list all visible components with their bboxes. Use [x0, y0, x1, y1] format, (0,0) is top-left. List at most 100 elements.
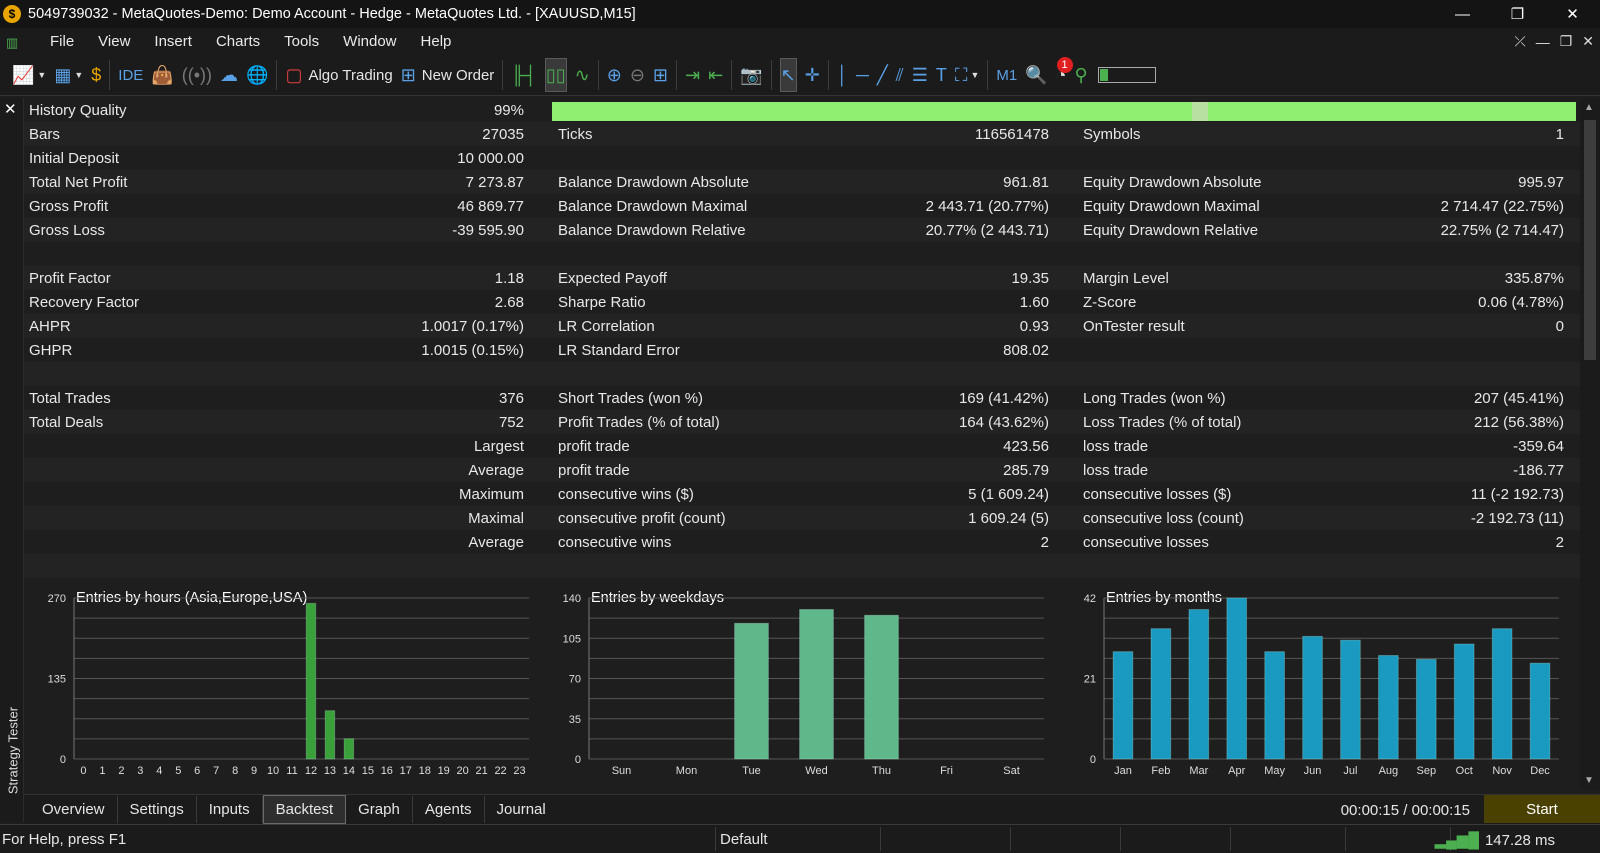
report-row: Initial Deposit 10 000.00: [24, 146, 1580, 170]
report-cell-c1: Total Deals: [29, 413, 104, 431]
menu-window[interactable]: Window: [331, 33, 408, 50]
scroll-thumb[interactable]: [1584, 120, 1596, 360]
x-tick-label: 2: [118, 765, 124, 777]
tab-graph[interactable]: Graph: [346, 796, 413, 823]
tab-overview[interactable]: Overview: [30, 796, 118, 823]
backtest-report: History Quality 99% Bars 27035 Ticks 116561…: [24, 98, 1580, 578]
chart-entries-by-hours: Entries by hours (Asia,Europe,USA) 270 13…: [24, 583, 544, 795]
tab-settings[interactable]: Settings: [118, 796, 197, 823]
indicators-dropdown-icon[interactable]: ▦ ▼: [54, 59, 83, 91]
tester-tabs: Overview Settings Inputs Backtest Graph …: [24, 794, 1600, 824]
mdi-restore-icon[interactable]: ❐: [1560, 33, 1573, 50]
chart-shift-icon[interactable]: ⇥: [685, 59, 700, 91]
report-scrollbar[interactable]: ▲ ▼: [1580, 98, 1600, 790]
bar-chart-icon[interactable]: ╟┤: [511, 59, 537, 91]
status-help: For Help, press F1: [2, 831, 127, 848]
toolbar-separator: [987, 60, 989, 90]
vps-globe-icon[interactable]: 🌐: [246, 59, 268, 91]
search-icon[interactable]: 🔍: [1025, 59, 1047, 91]
menu-view[interactable]: View: [86, 33, 142, 50]
y-tick-label: 70: [569, 674, 581, 686]
report-cell-c1: Gross Profit: [29, 197, 109, 215]
tab-journal[interactable]: Journal: [485, 796, 558, 823]
x-tick-label: 11: [286, 765, 297, 777]
vertical-line-icon[interactable]: │: [837, 59, 848, 91]
shapes-dropdown-icon[interactable]: ⛶ ▼: [955, 59, 980, 91]
history-quality-value: 99%: [493, 101, 524, 119]
report-cell-c5: Z-Score: [1083, 293, 1137, 311]
close-tester-icon[interactable]: ✕: [4, 100, 17, 118]
chart-bar: [1112, 651, 1134, 760]
report-row: Profit Factor 1.18 Expected Payoff 19.35 Mar…: [24, 266, 1580, 290]
menu-insert[interactable]: Insert: [142, 33, 204, 50]
autoscroll-icon[interactable]: ⇤: [708, 59, 723, 91]
report-rows: Bars 27035 Ticks 116561478 Symbols 1 Initial D…: [24, 122, 1580, 578]
chart-bar: [324, 710, 336, 760]
status-separator: [1010, 827, 1011, 851]
timeframe-button[interactable]: M1: [996, 59, 1017, 91]
chart-bar: [1264, 651, 1285, 760]
start-button[interactable]: Start: [1484, 795, 1600, 823]
horizontal-line-icon[interactable]: ─: [856, 59, 869, 91]
report-cell-c4: 116561478: [975, 125, 1049, 143]
tile-windows-icon[interactable]: ⊞: [653, 59, 668, 91]
menu-charts[interactable]: Charts: [204, 33, 272, 50]
cursor-icon[interactable]: ↖: [779, 58, 797, 92]
report-cell-c2: Maximal: [468, 509, 524, 527]
channel-icon[interactable]: ⫽: [896, 59, 904, 91]
tab-agents[interactable]: Agents: [413, 796, 485, 823]
trendline-icon[interactable]: ╱: [877, 59, 888, 91]
x-tick-label: 15: [362, 765, 374, 777]
x-tick-label: Aug: [1379, 765, 1399, 777]
status-separator: [715, 827, 716, 851]
mdi-close-icon[interactable]: ✕: [1582, 33, 1594, 50]
x-tick-label: Fri: [940, 765, 953, 777]
zoom-in-icon[interactable]: ⊕: [607, 59, 622, 91]
menu-tools[interactable]: Tools: [272, 33, 331, 50]
app-logo-icon: $: [3, 5, 21, 23]
report-cell-c1: Profit Factor: [29, 269, 111, 287]
y-tick-label: 42: [1084, 593, 1096, 605]
pin-off-icon[interactable]: ⤫: [1515, 33, 1526, 50]
toolbar-separator: [502, 60, 504, 90]
algo-trading-button[interactable]: ▢ Algo Trading: [285, 59, 392, 91]
zoom-out-icon[interactable]: ⊖: [630, 59, 645, 91]
market-bag-icon[interactable]: 👜: [151, 59, 173, 91]
close-icon[interactable]: ✕: [1545, 0, 1600, 28]
report-cell-c4: 285.79: [1003, 461, 1049, 479]
fibonacci-icon[interactable]: ☰: [912, 59, 928, 91]
new-order-button[interactable]: ⊞ New Order: [401, 59, 495, 91]
report-cell-c4: 423.56: [1003, 437, 1049, 455]
text-icon[interactable]: T: [936, 59, 947, 91]
x-tick-label: 10: [267, 765, 279, 777]
minimize-icon[interactable]: —: [1435, 0, 1490, 28]
chart-bar: [1226, 597, 1248, 760]
crosshair-icon[interactable]: ✛: [805, 59, 820, 91]
menu-file[interactable]: File: [38, 33, 86, 50]
history-quality-label: History Quality: [29, 101, 127, 119]
menu-help[interactable]: Help: [409, 33, 464, 50]
report-row: GHPR 1.0015 (0.15%) LR Standard Error 808.0…: [24, 338, 1580, 362]
cloud-icon[interactable]: ☁: [220, 59, 238, 91]
x-tick-label: 1: [99, 765, 105, 777]
screenshot-icon[interactable]: 📷: [740, 59, 762, 91]
mdi-minimize-icon[interactable]: —: [1536, 34, 1550, 50]
signal-icon[interactable]: ((•)): [182, 59, 212, 91]
restore-icon[interactable]: ❐: [1490, 0, 1545, 28]
scroll-down-icon[interactable]: ▼: [1584, 775, 1594, 786]
report-cell-c4: 808.02: [1003, 341, 1049, 359]
toolbar-separator: [676, 60, 678, 90]
candlestick-icon[interactable]: ▯▯: [544, 58, 567, 92]
status-profile: Default: [720, 831, 768, 848]
line-chart-dropdown-icon[interactable]: 📈 ▼: [12, 59, 46, 91]
tab-inputs[interactable]: Inputs: [197, 796, 263, 823]
report-cell-c1: AHPR: [29, 317, 71, 335]
dollar-icon[interactable]: $: [91, 59, 101, 91]
chart-bar: [734, 622, 769, 760]
scroll-up-icon[interactable]: ▲: [1584, 102, 1594, 113]
line-chart-icon[interactable]: ∿: [575, 59, 590, 91]
notifications-icon[interactable]: ◔ 1: [1056, 57, 1073, 91]
ide-button[interactable]: IDE: [118, 59, 143, 91]
tab-backtest[interactable]: Backtest: [262, 795, 347, 824]
x-tick-label: 5: [175, 765, 181, 777]
